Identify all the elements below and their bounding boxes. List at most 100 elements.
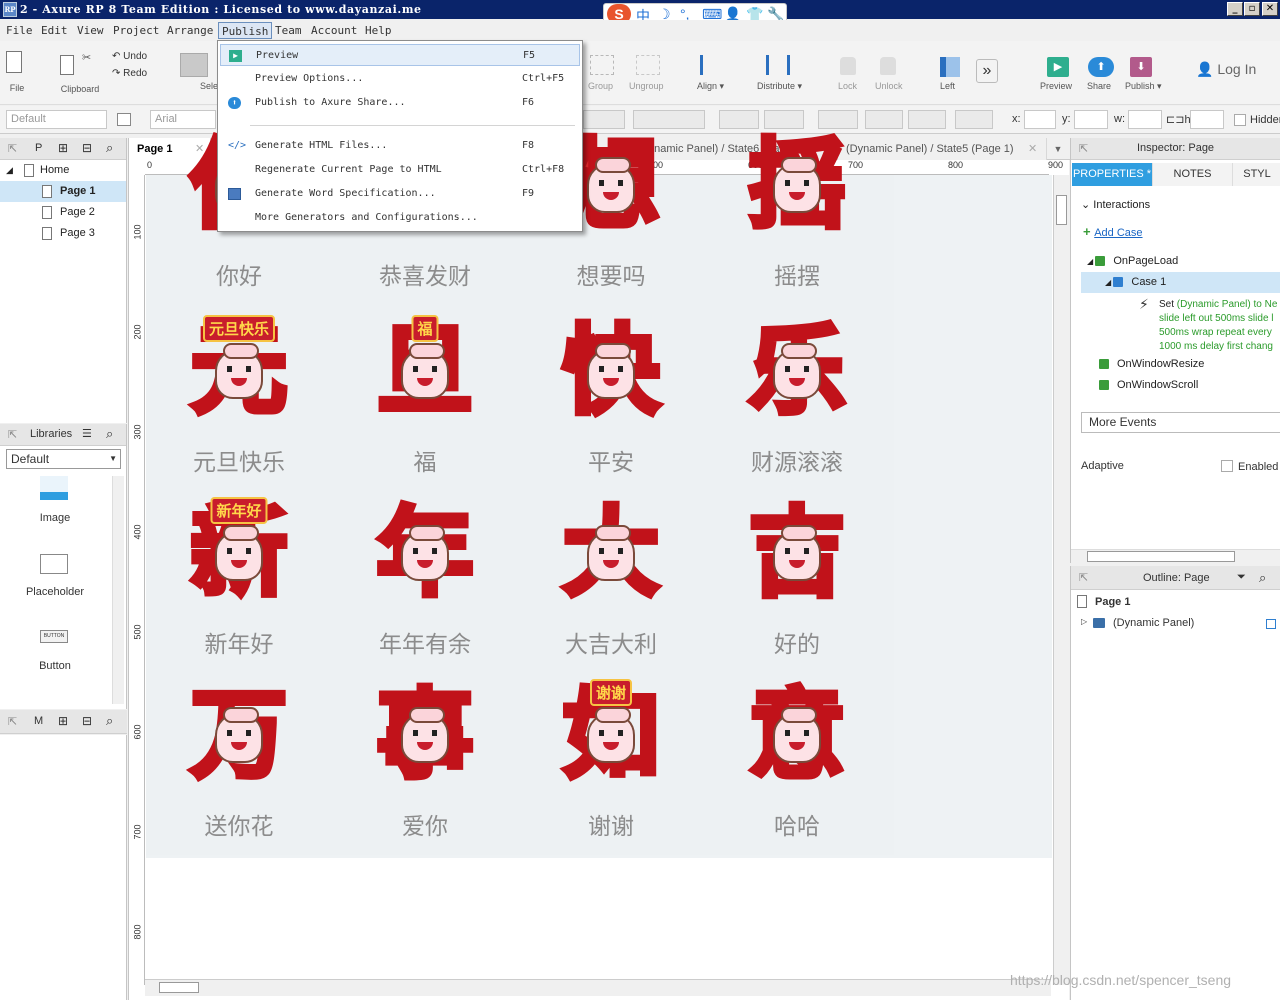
pages-tab-label[interactable]: P xyxy=(35,142,42,154)
tab-notes[interactable]: NOTES xyxy=(1152,163,1232,186)
distribute-icon[interactable] xyxy=(766,55,790,75)
menu-team[interactable]: Team xyxy=(272,22,305,39)
undo-button[interactable]: ↶ Undo xyxy=(112,51,147,62)
event-onpageload[interactable]: ◢ OnPageLoad xyxy=(1087,251,1178,272)
menu-edit[interactable]: Edit xyxy=(38,22,71,39)
menu-publish[interactable]: Publish xyxy=(218,22,273,39)
collapse-icon[interactable]: ⇱ xyxy=(8,715,17,728)
button-widget-icon[interactable]: BUTTON xyxy=(40,630,68,643)
tree-item-page3[interactable]: Page 3 xyxy=(0,223,126,244)
minimize-button[interactable]: _ xyxy=(1227,2,1243,16)
menu-item-preview[interactable]: ▶ Preview F5 xyxy=(220,44,580,66)
clipboard-group[interactable]: ✂ Clipboard xyxy=(56,51,104,95)
y-field[interactable] xyxy=(1074,110,1108,129)
dynamic-panel-sticker-grid[interactable]: 你你好喜恭喜发财想想要吗摇摇摆元元旦快乐元旦快乐旦福福快平安乐财源滚滚新新年好新… xyxy=(146,126,894,855)
case-1[interactable]: ◢ Case 1 xyxy=(1081,272,1280,293)
share-cloud-icon[interactable]: ⬆ xyxy=(1088,57,1114,77)
inspector-hscrollbar[interactable] xyxy=(1071,549,1280,563)
event-onwindowresize[interactable]: OnWindowResize xyxy=(1099,354,1204,375)
expand-arrow-icon[interactable]: ▷ xyxy=(1081,617,1087,626)
lock-icon[interactable] xyxy=(840,57,856,75)
menu-account[interactable]: Account xyxy=(308,22,360,39)
library-select[interactable]: Default ▼ xyxy=(6,449,121,469)
redo-button[interactable]: ↷ Redo xyxy=(112,68,147,79)
ungroup-button[interactable] xyxy=(636,55,660,75)
menu-view[interactable]: View xyxy=(74,22,107,39)
sticker-image: 事 xyxy=(363,675,487,799)
tab-properties[interactable]: PROPERTIES * xyxy=(1072,163,1152,186)
select-mode-button[interactable] xyxy=(180,53,208,77)
collapse-icon[interactable]: ⇱ xyxy=(1079,142,1088,155)
w-field[interactable] xyxy=(1128,110,1162,129)
constrain-icon[interactable]: ⊏⊐ xyxy=(1166,114,1184,126)
h-field[interactable] xyxy=(1190,110,1224,129)
style-select[interactable]: Default xyxy=(6,110,107,129)
menu-item-publish-axure-share[interactable]: ⬆ Publish to Axure Share... F6 xyxy=(220,92,580,114)
expand-arrow-icon[interactable]: ◢ xyxy=(6,160,13,181)
login-button[interactable]: 👤 Log In xyxy=(1196,61,1256,78)
x-field[interactable] xyxy=(1024,110,1056,129)
close-icon[interactable]: ✕ xyxy=(1028,138,1037,160)
interactions-section[interactable]: ⌄ Interactions xyxy=(1081,195,1150,216)
more-events-select[interactable]: More Events xyxy=(1081,412,1280,433)
tabs-dropdown-icon[interactable]: ▼ xyxy=(1047,138,1069,160)
filter-icon[interactable]: ⏷ xyxy=(1237,571,1246,584)
menu-item-preview-options[interactable]: Preview Options... Ctrl+F5 xyxy=(220,68,580,90)
scroll-thumb[interactable] xyxy=(1087,551,1235,562)
tree-item-home[interactable]: ◢ Home xyxy=(0,160,126,181)
collapse-icon[interactable]: ⇱ xyxy=(8,142,17,155)
event-onwindowscroll[interactable]: OnWindowScroll xyxy=(1099,375,1198,396)
restore-button[interactable]: ▫ xyxy=(1244,2,1260,16)
menu-item-regenerate-html[interactable]: Regenerate Current Page to HTML Ctrl+F8 xyxy=(220,159,580,181)
vertical-scrollbar[interactable] xyxy=(1053,175,1070,985)
case-action[interactable]: Set (Dynamic Panel) to Ne slide left out… xyxy=(1159,298,1280,354)
menu-arrange[interactable]: Arrange xyxy=(164,22,216,39)
menu-project[interactable]: Project xyxy=(110,22,162,39)
search-icon[interactable]: ⌕ xyxy=(106,140,113,156)
arrow-style-button[interactable] xyxy=(955,110,993,129)
align-icon[interactable] xyxy=(700,55,720,75)
add-folder-icon[interactable]: ⊟ xyxy=(82,141,92,155)
more-tools-icon[interactable]: » xyxy=(976,59,998,83)
menu-item-generate-word[interactable]: Generate Word Specification... F9 xyxy=(220,183,580,205)
placeholder-widget-icon[interactable] xyxy=(40,554,68,574)
publish-icon[interactable]: ⬇ xyxy=(1130,57,1152,77)
visibility-toggle-icon[interactable] xyxy=(1266,619,1276,629)
search-icon[interactable]: ⌕ xyxy=(106,713,113,729)
horizontal-scrollbar[interactable] xyxy=(145,979,1051,996)
search-icon[interactable]: ⌕ xyxy=(1259,570,1266,586)
line-pattern-button[interactable] xyxy=(908,110,946,129)
outline-dynamic-panel[interactable]: (Dynamic Panel) xyxy=(1113,617,1194,629)
add-master-icon[interactable]: ⊞ xyxy=(58,714,68,728)
search-icon[interactable]: ⌕ xyxy=(106,426,113,442)
menu-item-more-generators[interactable]: More Generators and Configurations... xyxy=(220,207,580,229)
close-button[interactable]: ✕ xyxy=(1262,2,1278,16)
style-editor-icon[interactable] xyxy=(117,113,131,126)
tab-style[interactable]: STYL xyxy=(1232,163,1280,186)
image-widget-icon[interactable] xyxy=(40,476,68,500)
add-case-link[interactable]: + Add Case xyxy=(1083,221,1143,242)
scroll-thumb[interactable] xyxy=(159,982,199,993)
menu-help[interactable]: Help xyxy=(362,22,395,39)
add-folder-icon[interactable]: ⊟ xyxy=(82,714,92,728)
preview-icon[interactable]: ▶ xyxy=(1047,57,1069,77)
masters-tab-label[interactable]: M xyxy=(34,715,43,727)
menu-file[interactable]: File xyxy=(3,22,36,39)
hidden-checkbox[interactable] xyxy=(1234,114,1246,126)
scroll-thumb[interactable] xyxy=(1056,195,1067,225)
unlock-icon[interactable] xyxy=(880,57,896,75)
cut-icon[interactable]: ✂ xyxy=(82,51,91,64)
outline-root[interactable]: Page 1 xyxy=(1095,596,1130,608)
group-button[interactable] xyxy=(590,55,614,75)
tree-item-page1[interactable]: Page 1 xyxy=(0,181,126,202)
tree-item-page2[interactable]: Page 2 xyxy=(0,202,126,223)
collapse-icon[interactable]: ⇱ xyxy=(8,428,17,441)
menu-item-generate-html[interactable]: </> Generate HTML Files... F8 xyxy=(220,135,580,157)
adaptive-enabled-checkbox[interactable] xyxy=(1221,460,1233,472)
file-button[interactable]: File xyxy=(6,51,28,93)
menu-icon[interactable]: ☰ xyxy=(82,427,92,440)
add-page-icon[interactable]: ⊞ xyxy=(58,141,68,155)
collapse-icon[interactable]: ⇱ xyxy=(1079,571,1088,584)
left-align-icon[interactable] xyxy=(940,57,960,77)
library-scrollbar[interactable] xyxy=(112,476,124,704)
